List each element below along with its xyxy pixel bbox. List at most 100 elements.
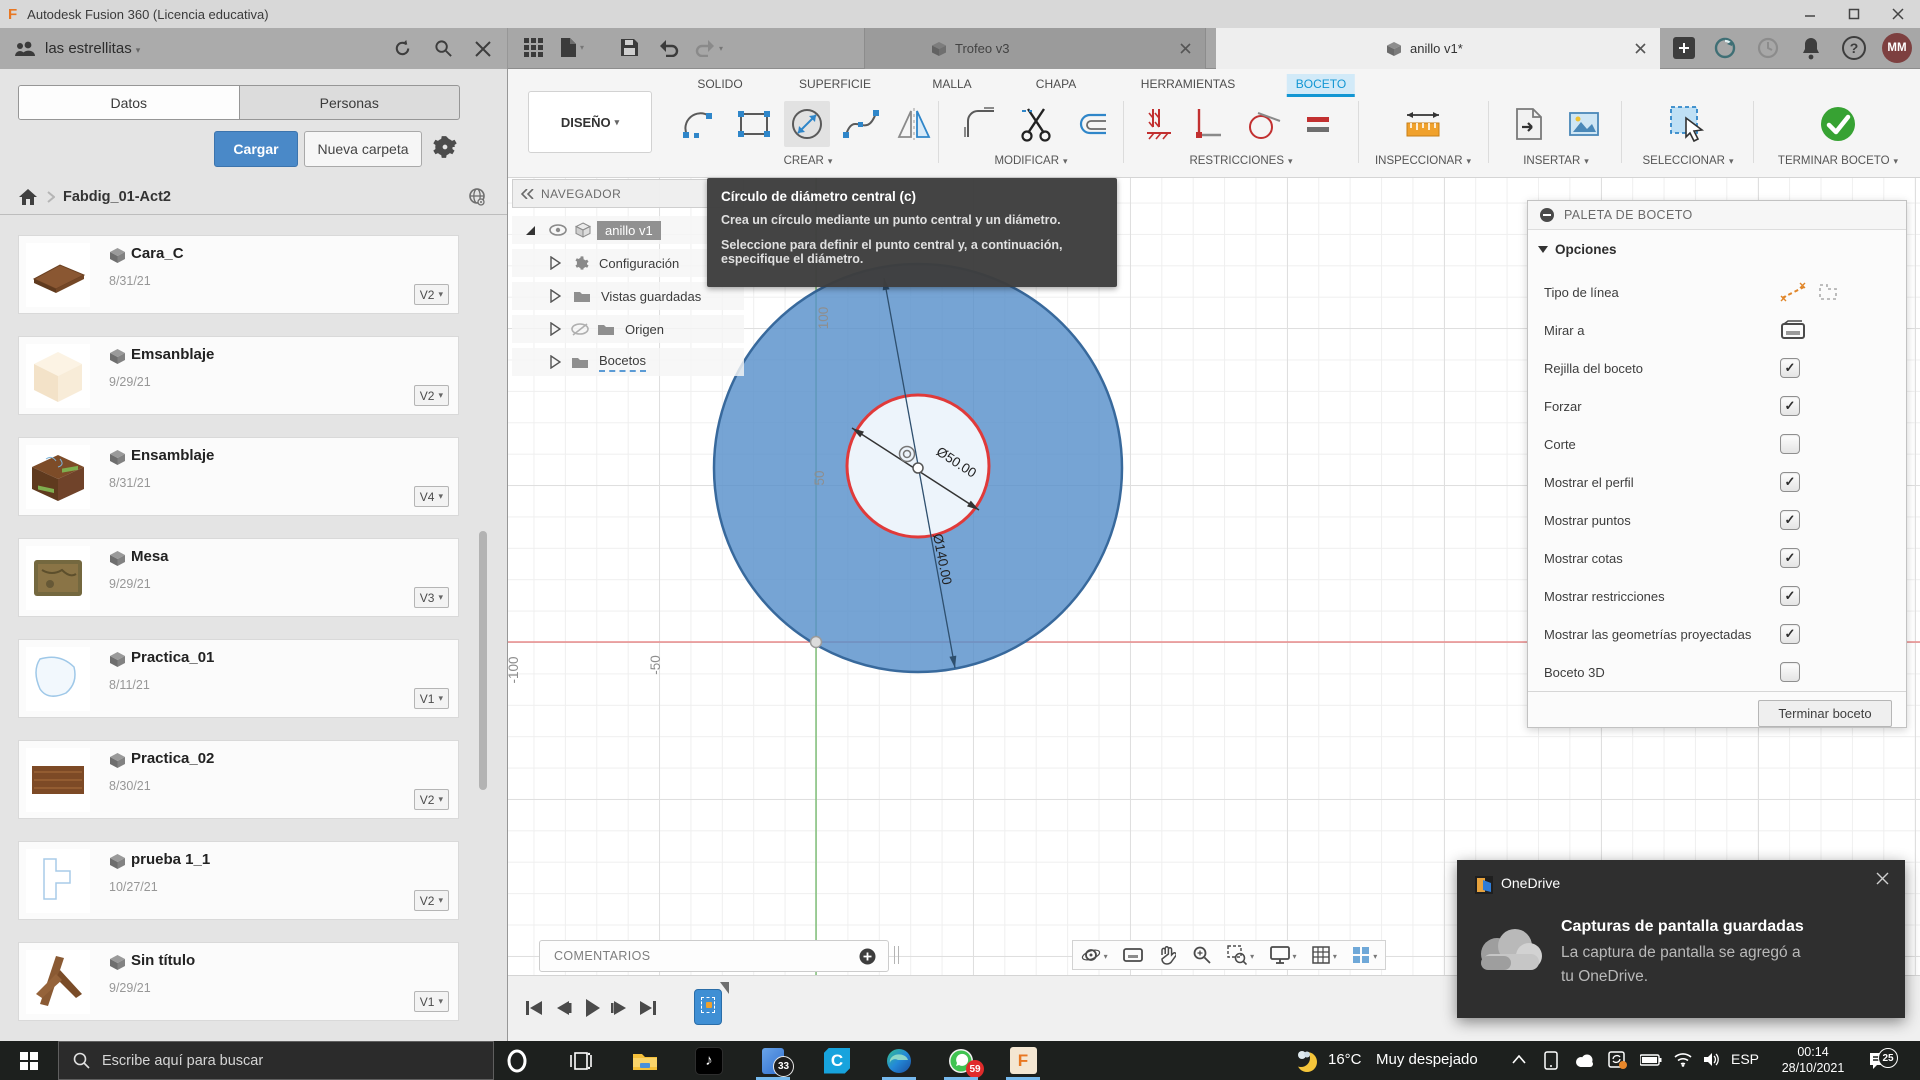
home-icon[interactable] — [18, 188, 38, 206]
add-comment-icon[interactable] — [859, 948, 876, 965]
project-card[interactable]: Practica_01 8/11/21 V1 — [18, 639, 459, 718]
group-crear[interactable]: CREAR — [784, 155, 833, 167]
palette-section-opciones[interactable]: Opciones — [1528, 234, 1906, 264]
version-chip[interactable]: V2 — [414, 890, 449, 911]
redo-icon[interactable] — [694, 39, 723, 57]
trim-scissors-icon[interactable] — [1014, 101, 1060, 147]
finish-sketch-button[interactable]: Terminar boceto — [1758, 700, 1892, 727]
version-chip[interactable]: V2 — [414, 284, 449, 305]
tab-herramientas[interactable]: HERRAMIENTAS — [1132, 74, 1244, 94]
checkbox-restricciones[interactable]: ✓ — [1780, 586, 1800, 606]
toast-close-icon[interactable] — [1876, 872, 1889, 885]
checkbox-boceto3d[interactable] — [1780, 662, 1800, 682]
onedrive-notification[interactable]: OneDrive Capturas de pantalla guardadas … — [1457, 860, 1905, 1018]
upload-button[interactable]: Cargar — [214, 131, 298, 167]
weather-desc[interactable]: Muy despejado — [1376, 1051, 1478, 1068]
checkbox-geometrias[interactable]: ✓ — [1780, 624, 1800, 644]
group-modificar[interactable]: MODIFICAR — [994, 155, 1067, 167]
file-menu-icon[interactable] — [560, 37, 584, 58]
skip-to-start-icon[interactable] — [524, 998, 544, 1018]
weather-temp[interactable]: 16°C — [1328, 1051, 1362, 1068]
comments-resize-handle[interactable] — [894, 946, 899, 964]
checkbox-cotas[interactable]: ✓ — [1780, 548, 1800, 568]
project-card[interactable]: Sin título 9/29/21 V1 — [18, 942, 459, 1021]
project-card[interactable]: Emsanblaje 9/29/21 V2 — [18, 336, 459, 415]
save-icon[interactable] — [620, 38, 639, 57]
viewports-icon[interactable] — [1352, 946, 1377, 964]
orbit-icon[interactable] — [1081, 945, 1108, 965]
comments-bar[interactable]: COMENTARIOS — [539, 940, 889, 972]
task-view-icon[interactable] — [558, 1041, 604, 1080]
tree-node-bocetos[interactable]: Bocetos — [512, 348, 744, 376]
close-panel-icon[interactable] — [475, 41, 491, 57]
rectangle-tool-icon[interactable] — [731, 101, 777, 147]
group-insertar[interactable]: INSERTAR — [1523, 155, 1589, 167]
project-card[interactable]: Ensamblaje 8/31/21 V4 — [18, 437, 459, 516]
tray-wifi-icon[interactable] — [1673, 1052, 1693, 1067]
new-tab-button[interactable] — [1673, 37, 1695, 59]
breadcrumb-folder[interactable]: Fabdig_01-Act2 — [63, 189, 171, 205]
select-tool-icon[interactable] — [1665, 101, 1711, 147]
constraint-tangent-icon[interactable] — [1240, 101, 1286, 147]
expand-icon[interactable] — [550, 355, 561, 369]
project-card[interactable]: Mesa 9/29/21 V3 — [18, 538, 459, 617]
tray-language[interactable]: ESP — [1731, 1051, 1759, 1067]
close-tab-icon[interactable] — [1180, 43, 1191, 54]
group-seleccionar[interactable]: SELECCIONAR — [1643, 155, 1734, 167]
zoom-icon[interactable] — [1192, 945, 1212, 965]
fillet-tool-icon[interactable] — [958, 101, 1004, 147]
checkbox-rejilla[interactable]: ✓ — [1780, 358, 1800, 378]
tray-onedrive-icon[interactable] — [1574, 1054, 1596, 1067]
group-terminar-boceto[interactable]: TERMINAR BOCETO — [1778, 155, 1898, 167]
taskbar-search[interactable]: Escribe aquí para buscar — [58, 1041, 494, 1080]
insert-image-icon[interactable] — [1561, 101, 1607, 147]
expand-icon[interactable] — [550, 256, 561, 270]
tab-malla[interactable]: MALLA — [923, 74, 980, 94]
clock-icon[interactable] — [1756, 36, 1780, 60]
tray-battery-icon[interactable] — [1640, 1054, 1662, 1066]
project-card[interactable]: Practica_02 8/30/21 V2 — [18, 740, 459, 819]
c-app-icon[interactable]: C — [814, 1041, 860, 1080]
project-card[interactable]: Cara_C 8/31/21 V2 — [18, 235, 459, 314]
constraint-fix-icon[interactable] — [1137, 101, 1183, 147]
version-chip[interactable]: V2 — [414, 385, 449, 406]
constraint-perpendicular-icon[interactable] — [1183, 101, 1229, 147]
display-settings-icon[interactable] — [1270, 946, 1297, 964]
spline-tool-icon[interactable] — [838, 101, 884, 147]
tab-chapa[interactable]: CHAPA — [1027, 74, 1085, 94]
constraint-equal-icon[interactable] — [1295, 101, 1341, 147]
job-status-icon[interactable] — [1713, 36, 1737, 60]
panel-scrollbar[interactable] — [479, 531, 487, 790]
tab-boceto[interactable]: BOCETO — [1287, 74, 1355, 94]
tray-chevron-icon[interactable] — [1512, 1055, 1526, 1064]
look-at-view-icon[interactable] — [1123, 947, 1143, 963]
step-forward-icon[interactable] — [610, 998, 628, 1018]
checkbox-forzar[interactable]: ✓ — [1780, 396, 1800, 416]
tray-clock[interactable]: 00:14 28/10/2021 — [1772, 1044, 1854, 1076]
word-33-icon[interactable]: 33 — [750, 1041, 796, 1080]
sketch-canvas[interactable]: 100 50 -50 -100 Ø50.00 Ø140.00 NAVEGADOR… — [508, 178, 1920, 975]
zoom-window-icon[interactable] — [1227, 945, 1254, 965]
palette-header[interactable]: PALETA DE BOCETO — [1528, 201, 1906, 230]
grid-layout-icon[interactable] — [1312, 946, 1337, 964]
expand-icon[interactable] — [550, 289, 561, 303]
circle-tool-icon-active[interactable] — [784, 101, 830, 147]
look-at-icon[interactable] — [1780, 320, 1806, 340]
mirror-tool-icon[interactable] — [891, 101, 937, 147]
search-icon[interactable] — [434, 39, 453, 58]
pan-hand-icon[interactable] — [1158, 945, 1176, 965]
notifications-bell-icon[interactable] — [1800, 36, 1822, 60]
minimize-button[interactable] — [1788, 0, 1832, 28]
new-folder-button[interactable]: Nueva carpeta — [304, 131, 422, 167]
refresh-icon[interactable] — [393, 39, 412, 58]
settings-gear-icon[interactable] — [432, 134, 458, 160]
app-grid-icon[interactable] — [524, 38, 544, 58]
fusion-taskbar-icon[interactable]: F — [1000, 1041, 1046, 1080]
tab-personas[interactable]: Personas — [240, 86, 460, 119]
project-card[interactable]: prueba 1_1 10/27/21 V2 — [18, 841, 459, 920]
doc-tab-anillo[interactable]: anillo v1* — [1216, 28, 1660, 69]
eye-icon[interactable] — [549, 224, 567, 236]
expand-icon[interactable] — [550, 322, 561, 336]
avatar[interactable]: MM — [1882, 33, 1912, 63]
file-explorer-icon[interactable] — [622, 1041, 668, 1080]
